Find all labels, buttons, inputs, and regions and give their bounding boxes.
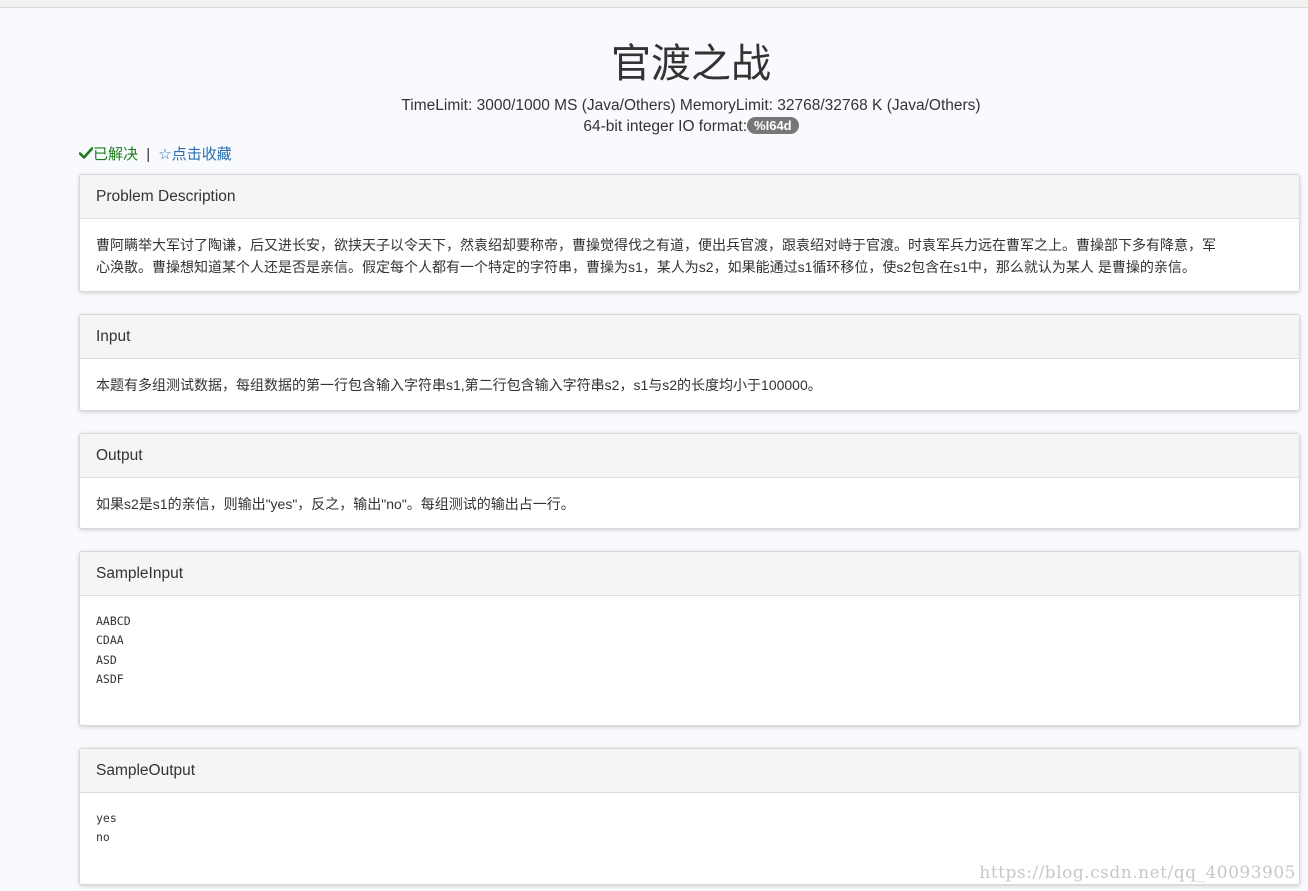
description-panel: Problem Description 曹阿瞒举大军讨了陶谦，后又进长安，欲挟天…	[79, 174, 1300, 292]
description-line-1: 曹阿瞒举大军讨了陶谦，后又进长安，欲挟天子以令天下，然袁绍却要称帝，曹操觉得伐之…	[96, 237, 1216, 253]
input-body: 本题有多组测试数据，每组数据的第一行包含输入字符串s1,第二行包含输入字符串s2…	[96, 377, 822, 393]
favorite-link[interactable]: ☆点击收藏	[158, 146, 231, 163]
description-body: 曹阿瞒举大军讨了陶谦，后又进长安，欲挟天子以令天下，然袁绍却要称帝，曹操觉得伐之…	[80, 219, 1299, 278]
solved-label: 已解决	[93, 146, 139, 163]
browser-top-rule	[0, 0, 1308, 8]
sample-input-line: AABCD	[96, 614, 131, 628]
status-separator: |	[146, 146, 151, 163]
limits-line: TimeLimit: 3000/1000 MS (Java/Others) Me…	[401, 97, 981, 114]
io-format-label: 64-bit integer IO format:	[583, 118, 748, 135]
description-line-2: 心涣散。曹操想知道某个人还是否是亲信。假定每个人都有一个特定的字符串，曹操为s1…	[96, 259, 1196, 275]
io-format-badge: %I64d	[747, 117, 799, 134]
sample-input-heading: SampleInput	[80, 552, 1299, 596]
status-row: 已解决 | ☆点击收藏	[79, 145, 232, 165]
solved-status: 已解决	[79, 146, 142, 163]
output-heading: Output	[80, 434, 1299, 478]
sample-output-line: no	[96, 830, 110, 845]
sample-input-line: CDAA	[96, 633, 124, 648]
output-body: 如果s2是s1的亲信，则输出"yes"，反之，输出"no"。每组测试的输出占一行…	[96, 496, 575, 512]
input-heading: Input	[80, 315, 1299, 359]
io-format-line: 64-bit integer IO format: %I64d	[0, 116, 1308, 137]
sample-output-heading: SampleOutput	[80, 749, 1299, 793]
watermark-text: https://blog.csdn.net/qq_40093905	[979, 863, 1296, 883]
output-panel: Output 如果s2是s1的亲信，则输出"yes"，反之，输出"no"。每组测…	[79, 433, 1300, 529]
check-icon	[79, 147, 93, 159]
sample-input-body: AABCD CDAA ASD ASDF	[80, 596, 1299, 690]
sample-output-line: yes	[96, 811, 117, 825]
input-panel: Input 本题有多组测试数据，每组数据的第一行包含输入字符串s1,第二行包含输…	[79, 314, 1300, 411]
problem-header: 官渡之战 TimeLimit: 3000/1000 MS (Java/Other…	[0, 38, 1308, 137]
problem-title: 官渡之战	[611, 42, 771, 86]
sample-input-panel: SampleInput AABCD CDAA ASD ASDF	[79, 551, 1300, 726]
sample-input-line: ASDF	[96, 672, 124, 687]
sample-input-line: ASD	[96, 652, 117, 667]
description-heading: Problem Description	[80, 175, 1299, 219]
sample-output-body: yes no	[80, 793, 1299, 848]
